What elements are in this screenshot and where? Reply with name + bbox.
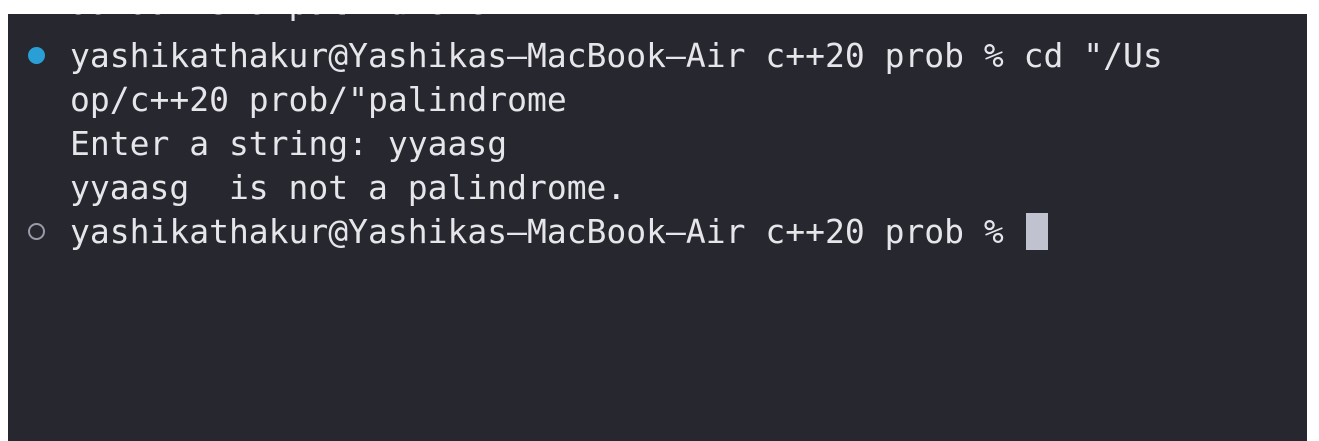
command-text: yashikathakur@Yashikas–MacBook–Air c++20… xyxy=(70,36,1163,75)
terminal-cursor xyxy=(1025,213,1048,250)
terminal-output-line: aaiaa is a palindrome. xyxy=(8,14,507,25)
output-text: aaiaa is a palindrome. xyxy=(70,14,507,25)
output-text: Enter a string: yyaasg xyxy=(70,124,508,163)
prompt-text: yashikathakur@Yashikas–MacBook–Air c++20… xyxy=(70,212,1024,251)
terminal-prompt-line[interactable]: yashikathakur@Yashikas–MacBook–Air c++20… xyxy=(8,210,1048,254)
terminal-output-line: op/c++20 prob/"palindrome xyxy=(8,78,567,122)
prompt-wrap[interactable]: yashikathakur@Yashikas–MacBook–Air c++20… xyxy=(70,210,1048,254)
terminal-output-line: Enter a string: yyaasg xyxy=(8,122,507,166)
command-success-icon[interactable] xyxy=(28,47,45,64)
terminal-panel[interactable]: aaiaa is a palindrome. yashikathakur@Yas… xyxy=(8,14,1307,441)
command-pending-icon[interactable] xyxy=(28,223,45,240)
output-text: yyaasg is not a palindrome. xyxy=(70,168,627,207)
terminal-output-line: yyaasg is not a palindrome. xyxy=(8,166,626,210)
output-text: op/c++20 prob/"palindrome xyxy=(70,80,567,119)
terminal-command-line: yashikathakur@Yashikas–MacBook–Air c++20… xyxy=(8,34,1163,78)
